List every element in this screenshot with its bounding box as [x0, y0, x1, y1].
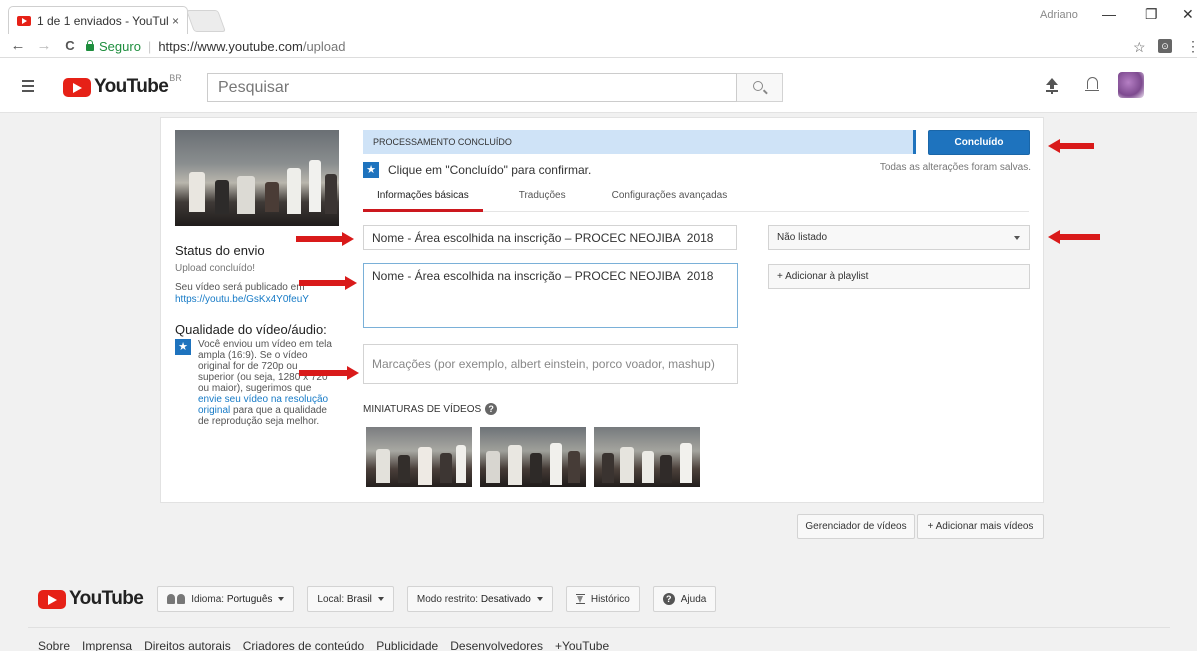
url-path: /upload [302, 38, 346, 54]
chevron-down-icon [278, 597, 285, 601]
browser-tab[interactable]: 1 de 1 enviados - YouTul × [8, 6, 188, 34]
maximize-icon[interactable]: ❐ [1145, 6, 1158, 23]
profile-name[interactable]: Adriano [1040, 9, 1078, 21]
upload-status-section: Status do envio Upload concluído! Seu ví… [175, 243, 345, 306]
done-button[interactable]: Concluído [928, 130, 1030, 155]
footer-link-copyright[interactable]: Direitos autorais [144, 639, 231, 651]
annotation-arrow-icon [299, 366, 359, 380]
quality-text: Você enviou um vídeo em tela ampla (16:9… [198, 339, 332, 427]
secure-label: Seguro [99, 38, 141, 54]
star-icon: ★ [363, 162, 379, 178]
thumbnail-option-2[interactable] [480, 427, 586, 487]
thumbnail-option-3[interactable] [594, 427, 700, 487]
extension-icon[interactable]: ⊙ [1158, 39, 1172, 53]
search-icon[interactable] [737, 73, 783, 102]
reload-icon[interactable]: C [62, 38, 78, 53]
footer-link-plus-youtube[interactable]: +YouTube [555, 639, 609, 651]
video-link[interactable]: https://youtu.be/GsKx4Y0feuY [175, 294, 309, 305]
annotation-arrow-icon [1048, 139, 1094, 153]
language-selector[interactable]: Idioma: Português [157, 586, 295, 612]
language-icon [167, 594, 186, 604]
forward-arrow-icon[interactable]: → [36, 37, 52, 54]
processing-status-bar: Processamento concluído [363, 130, 916, 154]
privacy-value: Não listado [777, 232, 828, 243]
settings-tabs: Informações básicas Traduções Configuraç… [363, 184, 1029, 212]
url-field[interactable]: Seguro | https://www.youtube.com /upload [86, 36, 1146, 56]
chevron-down-icon [536, 597, 543, 601]
footer-links: Sobre Imprensa Direitos autorais Criador… [38, 639, 609, 651]
hamburger-menu-icon[interactable] [22, 80, 34, 95]
chevron-down-icon [1014, 236, 1020, 240]
footer-link-press[interactable]: Imprensa [82, 639, 132, 651]
notifications-bell-icon[interactable] [1085, 77, 1099, 91]
footer-link-developers[interactable]: Desenvolvedores [450, 639, 543, 651]
quality-info: ★ Você enviou um vídeo em tela ampla (16… [175, 339, 335, 427]
bookmark-star-icon[interactable]: ☆ [1133, 39, 1146, 56]
help-icon[interactable]: ? [485, 403, 498, 415]
history-button[interactable]: Histórico [565, 586, 640, 612]
thumbnail-option-1[interactable] [366, 427, 472, 487]
video-preview-thumbnail [175, 130, 339, 226]
back-arrow-icon[interactable]: ← [10, 37, 26, 54]
youtube-play-icon [38, 589, 66, 609]
search-input[interactable] [207, 73, 737, 102]
address-bar-row: ← → C Seguro | https://www.youtube.com /… [0, 34, 1197, 58]
chevron-down-icon [377, 597, 384, 601]
publish-text: Seu vídeo será publicado em [175, 282, 305, 293]
star-icon: ★ [175, 339, 191, 355]
footer-link-creators[interactable]: Criadores de conteúdo [243, 639, 364, 651]
lock-icon [86, 39, 94, 51]
tab-close-icon[interactable]: × [172, 14, 179, 28]
annotation-arrow-icon [299, 276, 357, 290]
browser-tab-bar: 1 de 1 enviados - YouTul × Adriano — ❐ ✕ [0, 0, 1197, 34]
footer-controls: YouTube Idioma: Português Local: Brasil … [38, 586, 729, 612]
tab-title: 1 de 1 enviados - YouTul [37, 13, 168, 28]
footer-divider [28, 627, 1170, 628]
confirm-message: ★ Clique em "Concluído" para confirmar. [363, 162, 591, 178]
annotation-arrow-icon [296, 232, 354, 246]
help-button[interactable]: ? Ajuda [652, 586, 717, 612]
tab-translations[interactable]: Traduções [505, 184, 580, 212]
logo-wordmark: YouTube [94, 76, 169, 97]
title-field[interactable] [363, 225, 737, 250]
tab-advanced-settings[interactable]: Configurações avançadas [598, 184, 742, 212]
new-tab-button[interactable] [185, 10, 227, 32]
confirm-text: Clique em "Concluído" para confirmar. [388, 163, 592, 177]
tags-input[interactable] [363, 344, 738, 384]
youtube-play-icon [63, 77, 91, 97]
tab-basic-info[interactable]: Informações básicas [363, 184, 483, 212]
hourglass-icon [575, 594, 585, 604]
avatar[interactable] [1118, 72, 1144, 98]
saved-status: Todas as alterações foram salvas. [879, 162, 1031, 173]
url-host: https://www.youtube.com [158, 38, 303, 54]
footer-youtube-logo[interactable]: YouTube [38, 588, 144, 610]
description-field[interactable]: Nome - Área escolhida na inscrição – PRO… [363, 263, 738, 328]
youtube-logo[interactable]: YouTube BR [63, 73, 182, 98]
footer-link-about[interactable]: Sobre [38, 639, 70, 651]
browser-menu-icon[interactable]: ⋮ [1186, 38, 1197, 55]
status-text: Upload concluído! [175, 263, 256, 274]
upload-card: Status do envio Upload concluído! Seu ví… [160, 117, 1044, 503]
add-more-videos-button[interactable]: + Adicionar mais vídeos [917, 514, 1044, 539]
url-separator: | [147, 38, 152, 54]
location-selector[interactable]: Local: Brasil [307, 586, 394, 612]
video-manager-button[interactable]: Gerenciador de vídeos [797, 514, 915, 539]
upload-icon[interactable] [1046, 78, 1058, 92]
close-window-icon[interactable]: ✕ [1182, 6, 1194, 23]
privacy-select[interactable]: Não listado [768, 225, 1030, 250]
search-box [207, 73, 783, 102]
region-code: BR [169, 73, 182, 83]
quality-heading: Qualidade do vídeo/áudio: [175, 322, 327, 337]
youtube-favicon-icon [17, 15, 31, 26]
add-to-playlist-button[interactable]: + Adicionar à playlist [768, 264, 1030, 289]
footer-link-advertising[interactable]: Publicidade [376, 639, 438, 651]
thumbnails-heading: Miniaturas de vídeos ? [363, 403, 498, 415]
restricted-mode-selector[interactable]: Modo restrito: Desativado [406, 586, 553, 612]
annotation-arrow-icon [1048, 230, 1100, 244]
footer-logo-wordmark: YouTube [69, 588, 144, 609]
minimize-icon[interactable]: — [1102, 6, 1116, 22]
help-icon: ? [662, 593, 675, 605]
youtube-header: YouTube BR [0, 58, 1197, 113]
